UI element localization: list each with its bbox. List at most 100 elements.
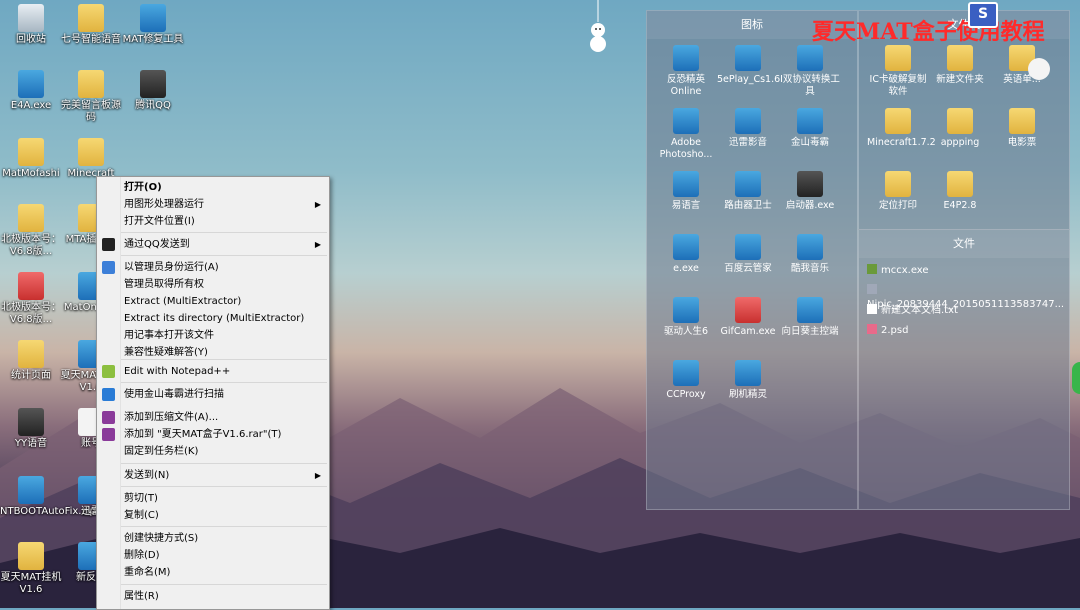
context-menu-label: 发送到(N) [124, 470, 170, 481]
desktop-icon-label: 完美留言板源码 [61, 100, 121, 123]
context-menu-item[interactable]: Edit with Notepad++ [97, 363, 329, 380]
desktop-icon[interactable]: E4A.exe [0, 70, 62, 112]
camera-icon [735, 297, 761, 323]
desktop-icon[interactable]: 完美留言板源码 [60, 70, 122, 124]
desktop-icon[interactable]: NTBOOTAutoFix.zip [0, 476, 96, 518]
fence-folder-label: IC卡破解复制软件 [869, 74, 927, 97]
desktop-icon[interactable]: 北极版本号：V6.8版... [0, 204, 62, 258]
context-menu-item[interactable]: 通过QQ发送到 ▶ [97, 236, 329, 253]
fence-icon-item[interactable]: 易语言 [655, 171, 717, 212]
folder-icon [1009, 108, 1035, 134]
file-list-item[interactable]: Nipic_20839444_2015051113583747... [867, 284, 1069, 310]
file-icon [867, 284, 877, 294]
desktop-icon-label: 夏天MAT挂机V1.6 [0, 572, 62, 595]
fence-icon-item[interactable]: Adobe Photosho... [655, 108, 717, 161]
fence-icon-item[interactable]: 迅雷影音 [717, 108, 779, 149]
fence-icon-item[interactable]: 向日葵主控端 [779, 297, 841, 338]
context-menu-item[interactable]: 重命名(M) [97, 564, 329, 581]
fence-folder-label: 新建文件夹 [936, 74, 984, 85]
context-menu-item[interactable]: 用图形处理器运行 ▶ [97, 196, 329, 213]
fence-icon-item[interactable]: 金山毒霸 [779, 108, 841, 149]
fence-icon-item[interactable]: 5ePlay_Cs1.6 [717, 45, 780, 86]
fence-icon-item[interactable]: 启动器.exe [779, 171, 841, 212]
desktop-icon[interactable]: 回收站 [0, 4, 62, 46]
context-menu-item[interactable]: Extract its directory (MultiExtractor) [97, 310, 329, 327]
fence-icon-label: 反恐精英Online [666, 74, 705, 97]
fence-icon-item[interactable]: 路由器卫士 [717, 171, 779, 212]
fence-folder-label: appping [940, 137, 980, 148]
context-menu-item[interactable]: 创建快捷方式(S) [97, 530, 329, 547]
file-list-item[interactable]: mccx.exe [867, 264, 929, 278]
shield-icon [102, 261, 115, 274]
desktop-icon[interactable]: Minecraft [60, 138, 122, 180]
fence-icons[interactable]: 图标 反恐精英Online 5ePlay_Cs1.6 I双协议转换工具 Adobe P… [646, 10, 858, 510]
fence-folder-item[interactable]: 新建文件夹 [929, 45, 991, 86]
tutorial-watermark: 夏天MAT盒子使用教程 [812, 19, 1045, 45]
fence-icon-item[interactable]: CCProxy [655, 360, 717, 401]
submenu-arrow-icon: ▶ [314, 471, 321, 480]
desktop-icon-label: 回收站 [16, 34, 46, 45]
flash-icon [735, 360, 761, 386]
fence-folder-item[interactable]: Minecraft1.7.2 [867, 108, 936, 149]
desktop-icon[interactable]: 统计页面 [0, 340, 62, 382]
shield-icon [797, 108, 823, 134]
fence-folder-label: 电影票 [1007, 137, 1037, 148]
context-menu-item[interactable]: 剪切(T) [97, 490, 329, 507]
fence-icon-item[interactable]: 驱动人生6 [655, 297, 717, 338]
fence-folder-item[interactable]: 定位打印 [867, 171, 929, 212]
fence-folder-item[interactable]: appping [929, 108, 991, 149]
app-icon [673, 171, 699, 197]
context-menu-item[interactable]: 属性(R) [97, 588, 329, 605]
fence-folder-item[interactable]: IC卡破解复制软件 [867, 45, 929, 98]
fence-icon-item[interactable]: 反恐精英Online [655, 45, 717, 98]
context-menu-item[interactable]: 添加到 "夏天MAT盒子V1.6.rar"(T) [97, 426, 329, 443]
context-menu-item[interactable]: 删除(D) [97, 547, 329, 564]
context-menu-item[interactable]: 发送到(N) ▶ [97, 467, 329, 484]
fence-icon-label: 迅雷影音 [728, 137, 767, 148]
fence-icon-item[interactable]: e.exe [655, 234, 717, 275]
desktop-icon[interactable]: YY语音 [0, 408, 62, 450]
context-menu-item[interactable]: 固定到任务栏(K) [97, 443, 329, 460]
fence-folder-item[interactable]: 电影票 [991, 108, 1053, 149]
context-menu-item[interactable]: 打开文件位置(I) [97, 213, 329, 230]
fence-icon-label: e.exe [673, 263, 699, 274]
context-menu-item[interactable]: 管理员取得所有权 [97, 276, 329, 293]
context-menu-item[interactable]: 以管理员身份运行(A) [97, 259, 329, 276]
fence-folder-item[interactable]: E4P2.8 [929, 171, 991, 212]
folder-icon [18, 542, 44, 570]
desktop-icon[interactable]: 七号智能语音 [60, 4, 122, 46]
fence-icon-item[interactable]: 酷我音乐 [779, 234, 841, 275]
file-list-item[interactable]: 新建文本文档.txt [867, 304, 958, 318]
fence-icon-item[interactable]: 刷机精灵 [717, 360, 779, 401]
fence-files[interactable]: 文件 mccx.exe Nipic_20839444_20150511135837… [858, 229, 1070, 510]
submenu-arrow-icon: ▶ [314, 200, 321, 209]
floating-ball-icon[interactable] [1028, 58, 1050, 80]
router-icon [735, 171, 761, 197]
fence-icon-label: 刷机精灵 [728, 389, 767, 400]
context-menu-item[interactable]: 打开(O) [97, 179, 329, 196]
desktop-icon[interactable]: MatMofashi [0, 138, 62, 180]
desktop-icon[interactable]: 北极版本号：V6.8版... [0, 272, 62, 326]
fence-icon-item[interactable]: GifCam.exe [717, 297, 779, 338]
context-menu-item[interactable]: 添加到压缩文件(A)... [97, 409, 329, 426]
desktop-icon[interactable]: 夏天MAT挂机V1.6 [0, 542, 62, 596]
antivirus-icon [102, 388, 115, 401]
fence-files-title: 文件 [859, 230, 1069, 258]
driver-icon [673, 297, 699, 323]
fence-icon-item[interactable]: I双协议转换工具 [779, 45, 841, 98]
context-menu-item[interactable]: Extract (MultiExtractor) [97, 293, 329, 310]
context-menu-label: 重命名(M) [124, 567, 171, 578]
file-list-item[interactable]: 2.psd [867, 324, 908, 338]
side-widget-icon[interactable] [1072, 362, 1080, 394]
desktop-icon[interactable]: MAT修复工具 [122, 4, 184, 46]
fence-icon-item[interactable]: 百度云管家 [717, 234, 779, 275]
context-menu-label: 使用金山毒霸进行扫描 [124, 389, 224, 400]
context-menu-item[interactable]: 用记事本打开该文件 [97, 327, 329, 344]
desktop-icon[interactable]: 腾讯QQ [122, 70, 184, 112]
folder-icon [18, 204, 44, 232]
cs-icon [673, 45, 699, 71]
fence-icon-label: 向日葵主控端 [781, 326, 839, 337]
context-menu-item[interactable]: 复制(C) [97, 507, 329, 524]
file-label: 2.psd [881, 325, 909, 336]
context-menu-item[interactable]: 使用金山毒霸进行扫描 [97, 386, 329, 403]
